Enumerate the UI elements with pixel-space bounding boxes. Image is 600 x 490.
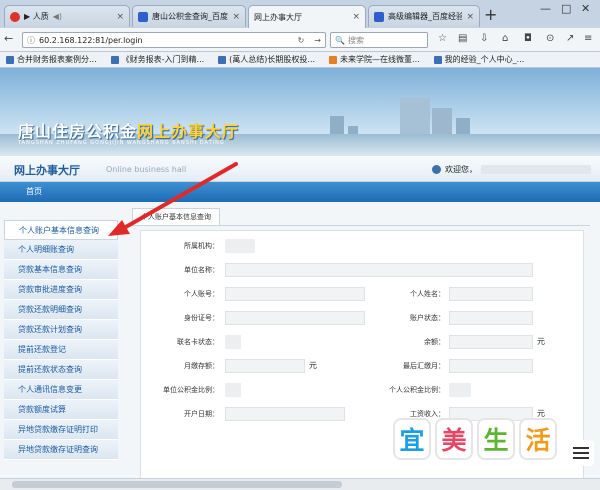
tab-baidu-search[interactable]: 唐山公积金查询_百度搜索 × [132, 5, 246, 27]
minimize-icon[interactable]: — [540, 2, 551, 15]
last-month-field [449, 359, 533, 373]
sidebar-item-loan-calc[interactable]: 贷款额度试算 [4, 400, 118, 420]
bookmark-icon [218, 55, 227, 64]
form-row: 联名卡状态： 余额： 元 [141, 331, 585, 353]
share-icon[interactable]: ↗ [566, 33, 574, 44]
bookmark-icon [433, 55, 442, 64]
bookmark-item[interactable]: 未来学院—在线微董... [329, 54, 420, 65]
go-icon[interactable]: → [314, 36, 321, 45]
tab-online-hall[interactable]: 网上办事大厅 × [248, 5, 366, 28]
username-redacted [481, 165, 591, 174]
site-banner: 唐山住房公积金网上办事大厅 TANGSHAN ZHUFANG GONGJIJIN… [0, 68, 600, 156]
form-row: 月缴存额： 元 最后汇缴月： [141, 355, 585, 377]
main-menu-bar: 首页 [0, 182, 600, 202]
extension-icon[interactable]: ⊙ [546, 33, 554, 44]
bookmark-icon [329, 55, 338, 64]
navigation-bar: ← ⓘ 60.2.168.122:81/per.login ↻ → 🔍 搜索 ☆… [0, 28, 600, 52]
site-pinyin: TANGSHAN ZHUFANG GONGJIJIN WANGSHANG BAN… [18, 140, 225, 146]
unit-ratio-value [225, 383, 241, 397]
url-bar[interactable]: ⓘ 60.2.168.122:81/per.login ↻ → [22, 32, 326, 48]
watermark-logo: 宜 美 生 活 [393, 418, 557, 460]
pocket-icon[interactable]: ◘ [524, 33, 532, 44]
sidebar: 个人账户基本信息查询 个人明细账查询 贷款基本信息查询 贷款审批进度查询 贷款还… [4, 220, 118, 490]
close-icon[interactable]: × [232, 12, 240, 22]
card-status-value [225, 335, 241, 349]
tab-baidu-jingyan[interactable]: 高级编辑器_百度经验 × [368, 5, 480, 27]
bookmark-icon [110, 55, 119, 64]
search-icon: 🔍 [335, 35, 345, 45]
open-date-field [225, 407, 345, 421]
home-menu-item[interactable]: 首页 [14, 185, 54, 199]
monthly-deposit-field [225, 359, 305, 373]
sidebar-item-loan-info[interactable]: 贷款基本信息查询 [4, 260, 118, 280]
hall-subtitle: Online business hall [106, 165, 187, 174]
sidebar-item-contact-change[interactable]: 个人通讯信息变更 [4, 380, 118, 400]
home-icon[interactable]: ⌂ [502, 33, 508, 44]
sidebar-item-prepay-status[interactable]: 提前还款状态查询 [4, 360, 118, 380]
bookmark-item[interactable]: (萬人总结)长期股权投... [218, 54, 315, 65]
form-row: 身份证号： 账户状态： [141, 307, 585, 329]
close-icon[interactable]: × [466, 12, 474, 22]
org-value [225, 239, 255, 253]
bookmarks-bar: 合并财务报表案例分... 《财务报表-入门到精... (萬人总结)长期股权投..… [0, 52, 600, 68]
tab-account-info[interactable]: 个人账户基本信息查询 [132, 208, 220, 225]
firefox-icon [10, 11, 20, 22]
download-icon[interactable]: ⇩ [480, 33, 488, 44]
baidu-icon [138, 11, 148, 22]
menu-icon[interactable]: ≡ [584, 33, 592, 44]
browser-tab-bar: ▶ 人质 ◀) × 唐山公积金查询_百度搜索 × 网上办事大厅 × 高级编辑器_… [0, 0, 600, 28]
sidebar-item-repay-plan[interactable]: 贷款还款计划查询 [4, 320, 118, 340]
balance-field [449, 335, 533, 349]
star-icon[interactable]: ☆ [438, 33, 447, 44]
scrollbar-thumb[interactable] [12, 481, 342, 488]
baidu-icon [374, 11, 384, 22]
mute-icon[interactable]: ◀) [53, 12, 62, 21]
close-icon[interactable]: × [352, 12, 360, 22]
personal-ratio-value [449, 383, 471, 397]
bookmark-item[interactable]: 《财务报表-入门到精... [110, 54, 204, 65]
tab-renzhi[interactable]: ▶ 人质 ◀) × [4, 5, 130, 27]
hall-title: 网上办事大厅 [14, 164, 80, 177]
sidebar-item-detail[interactable]: 个人明细账查询 [4, 240, 118, 260]
form-row: 所属机构： [141, 235, 585, 257]
new-tab-button[interactable]: + [484, 6, 497, 24]
unit-name-field [225, 263, 533, 277]
clipboard-icon[interactable]: ▤ [458, 33, 467, 44]
maximize-icon[interactable]: □ [561, 2, 571, 15]
form-row: 个人账号： 个人姓名： [141, 283, 585, 305]
account-status-field [449, 311, 533, 325]
sidebar-item-remote-query[interactable]: 异地贷款缴存证明查询 [4, 440, 118, 460]
sidebar-item-remote-print[interactable]: 异地贷款缴存证明打印 [4, 420, 118, 440]
hamburger-menu-icon[interactable] [568, 440, 594, 466]
reload-icon[interactable]: ↻ [298, 36, 305, 45]
close-icon[interactable]: × [116, 12, 124, 22]
sidebar-item-prepay-register[interactable]: 提前还款登记 [4, 340, 118, 360]
form-row: 单位公积金比例： 个人公积金比例： [141, 379, 585, 401]
back-icon[interactable]: ← [4, 32, 13, 45]
hall-header: 网上办事大厅 Online business hall 欢迎您， [0, 156, 600, 182]
name-field [449, 287, 533, 301]
id-number-field [225, 311, 365, 325]
close-window-icon[interactable]: ✕ [581, 2, 590, 15]
bookmark-item[interactable]: 合并财务报表案例分... [6, 54, 97, 65]
form-row: 单位名称： [141, 259, 585, 281]
sidebar-item-repay-detail[interactable]: 贷款还款明细查询 [4, 300, 118, 320]
account-number-field [225, 287, 365, 301]
bookmark-icon [6, 55, 14, 64]
sidebar-item-account-info[interactable]: 个人账户基本信息查询 [4, 220, 118, 240]
info-icon: ⓘ [27, 35, 35, 45]
welcome-user: 欢迎您， [432, 164, 591, 175]
user-icon [432, 165, 441, 174]
search-input[interactable]: 🔍 搜索 [330, 32, 428, 48]
bookmark-item[interactable]: 我的经验_个人中心_... [433, 54, 524, 65]
site-name: 唐山住房公积金网上办事大厅 [18, 122, 240, 141]
sidebar-item-loan-progress[interactable]: 贷款审批进度查询 [4, 280, 118, 300]
horizontal-scrollbar[interactable] [0, 478, 600, 490]
